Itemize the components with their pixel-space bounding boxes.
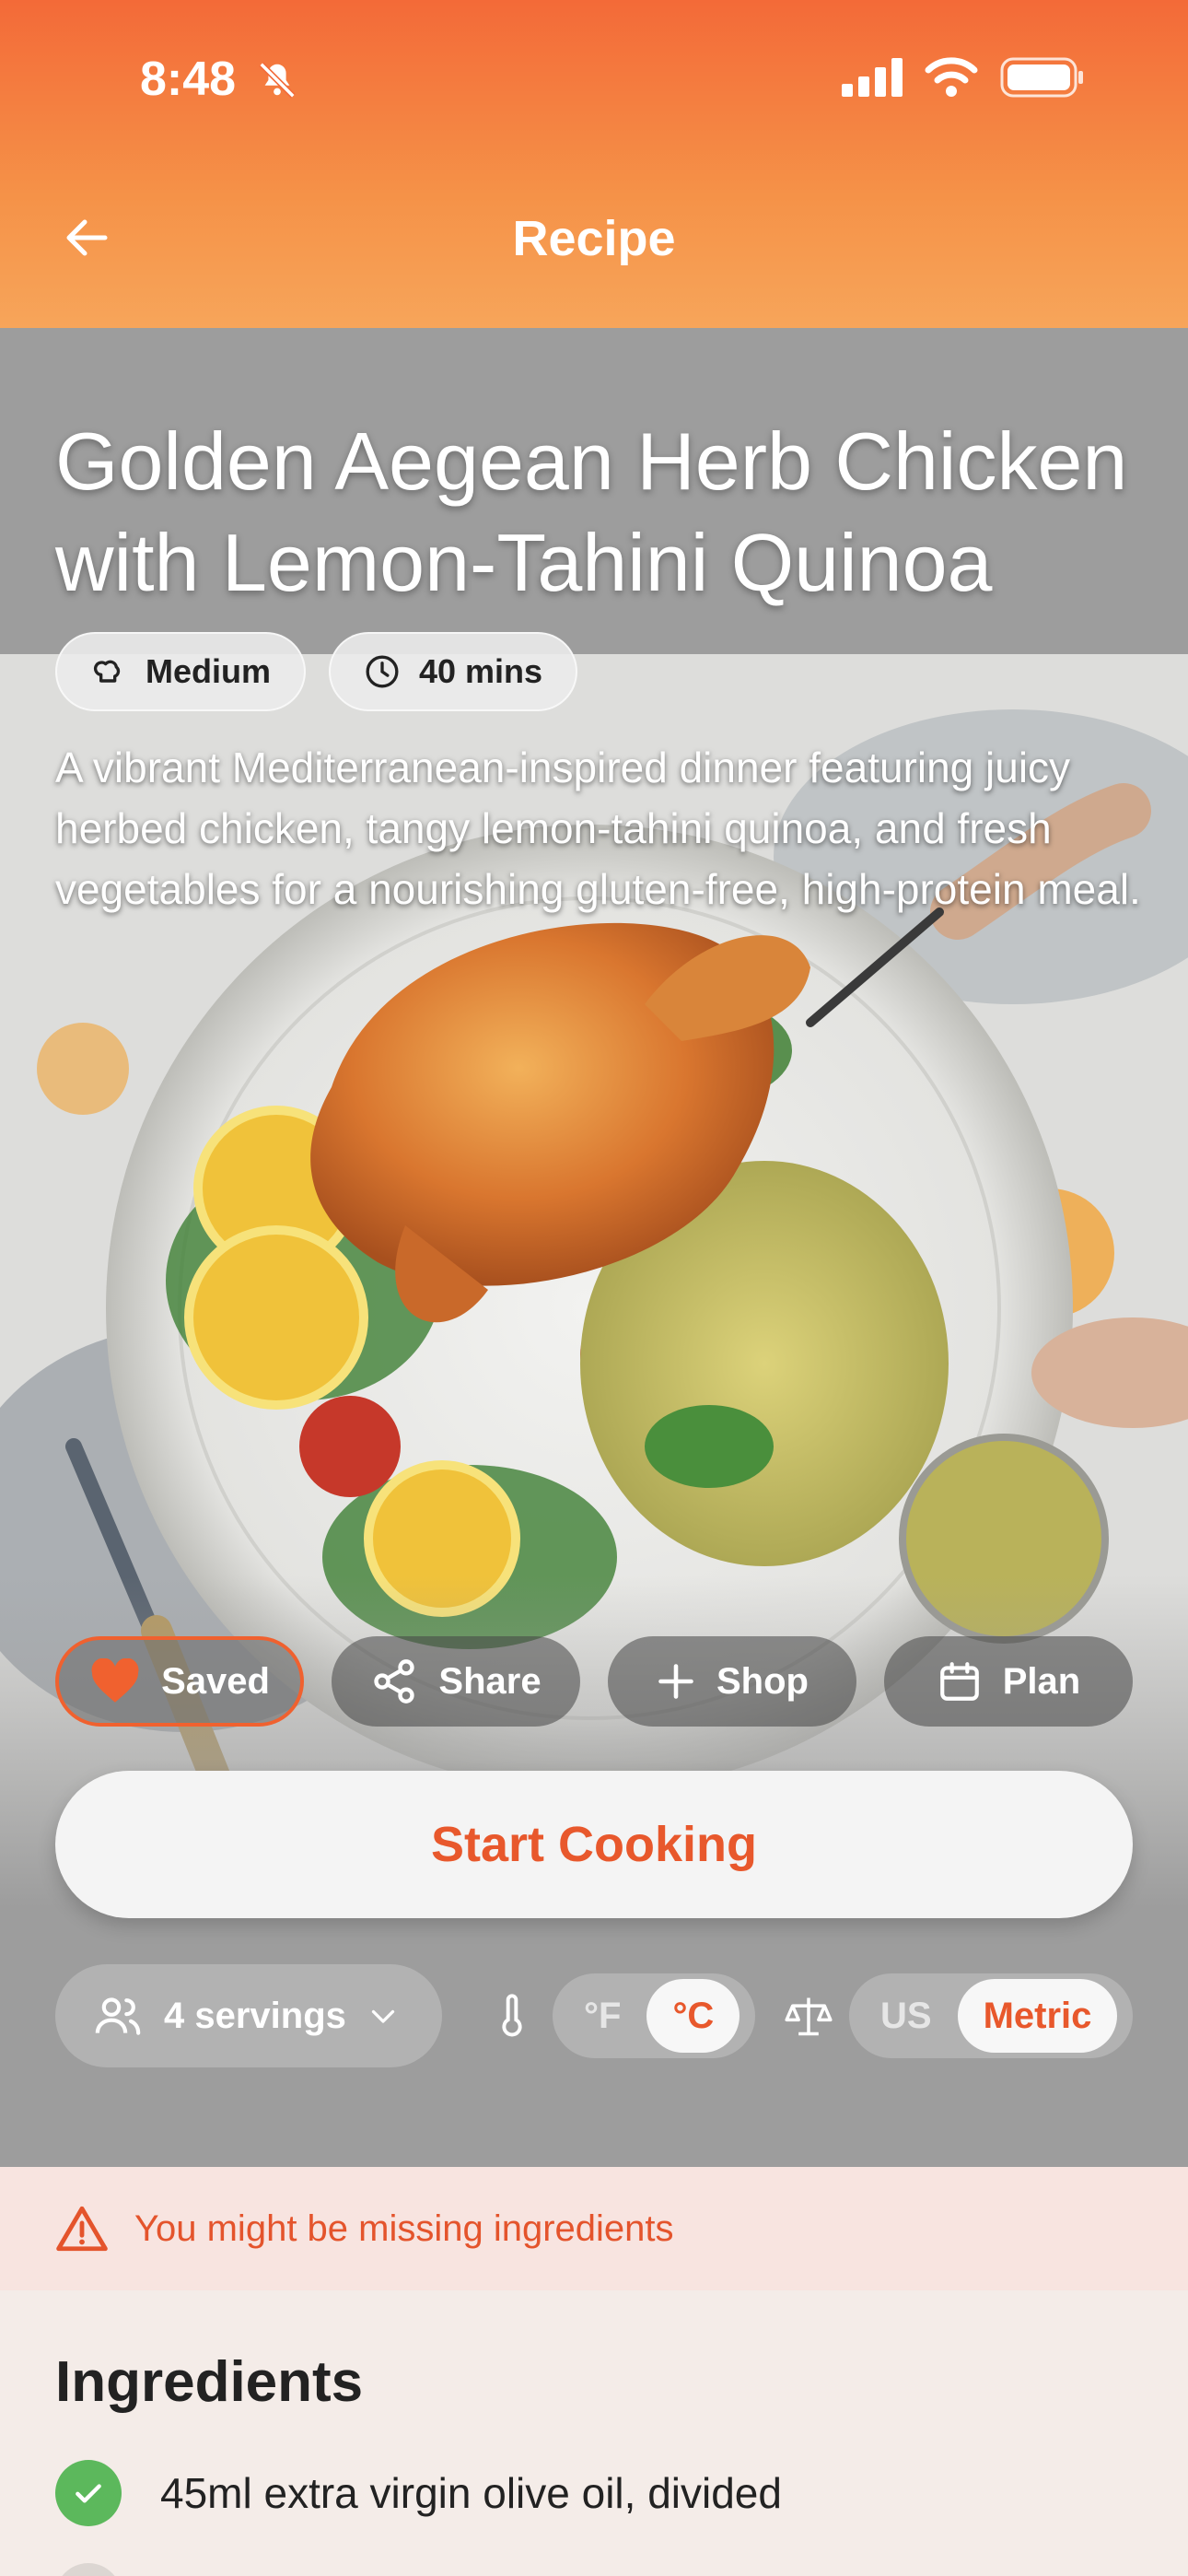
servings-label: 4 servings — [164, 1995, 346, 2036]
status-time: 8:48 — [140, 53, 237, 106]
recipe-hero: Golden Aegean Herb Chicken with Lemon-Ta… — [0, 328, 1188, 2171]
wifi-icon — [925, 57, 978, 97]
share-label: Share — [438, 1660, 542, 1702]
silent-mode-icon — [259, 62, 296, 99]
next-ingredient-checkbox[interactable] — [55, 2563, 122, 2576]
chevron-down-icon — [371, 2009, 395, 2023]
clock-icon — [366, 655, 399, 688]
warning-icon — [56, 2206, 108, 2252]
signal-icon — [842, 58, 903, 97]
ingredients-heading: Ingredients — [55, 2350, 364, 2414]
battery-icon — [1000, 57, 1083, 98]
header-title: Recipe — [512, 211, 676, 266]
ingredient-item[interactable]: 45ml extra virgin olive oil, divided — [55, 2460, 782, 2526]
time-chip: 40 mins — [329, 632, 578, 711]
recipe-controls: 4 servings °F °C US Metric — [55, 1964, 1133, 2067]
ingredients-section: Ingredients 45ml extra virgin olive oil,… — [0, 2290, 1188, 2576]
people-icon — [95, 1997, 141, 2035]
plan-button[interactable]: Plan — [884, 1636, 1133, 1727]
us-units-option[interactable]: US — [855, 1979, 958, 2053]
warning-text: You might be missing ingredients — [134, 2207, 674, 2249]
saved-button[interactable]: Saved — [55, 1636, 304, 1727]
ingredient-text: 45ml extra virgin olive oil, divided — [160, 2469, 782, 2517]
celsius-option[interactable]: °C — [646, 1979, 740, 2053]
app-header: 8:48 Recipe — [0, 0, 1188, 328]
share-icon — [374, 1659, 415, 1704]
plan-label: Plan — [1002, 1660, 1081, 1702]
share-button[interactable]: Share — [332, 1636, 580, 1727]
units-toggle: US Metric — [849, 1973, 1133, 2058]
temperature-toggle: °F °C — [553, 1973, 755, 2058]
recipe-screen: 8:48 Recipe Golden Aegean Herb Chicken w… — [0, 0, 1188, 2576]
difficulty-chip: Medium — [55, 632, 307, 711]
time-label: 40 mins — [419, 652, 543, 690]
start-cooking-button[interactable]: Start Cooking — [55, 1771, 1133, 1918]
plus-icon — [658, 1664, 693, 1699]
saved-label: Saved — [161, 1660, 270, 1702]
metric-units-option[interactable]: Metric — [957, 1979, 1118, 2053]
chef-hat-icon — [93, 660, 121, 683]
recipe-title: Golden Aegean Herb Chicken with Lemon-Ta… — [55, 416, 1128, 608]
thermometer-icon — [502, 1994, 522, 2037]
heart-icon — [91, 1658, 139, 1703]
checkmark-icon[interactable] — [55, 2460, 122, 2526]
missing-ingredients-banner[interactable]: You might be missing ingredients — [0, 2167, 1188, 2290]
scale-icon — [785, 1997, 833, 2036]
shop-label: Shop — [716, 1660, 809, 1702]
action-bar: Saved Share Shop Plan — [55, 1636, 1133, 1727]
shop-button[interactable]: Shop — [608, 1636, 856, 1727]
status-indicators — [842, 57, 1085, 98]
recipe-description: A vibrant Mediterranean-inspired dinner … — [55, 744, 1141, 913]
calendar-icon — [939, 1662, 979, 1701]
fahrenheit-option[interactable]: °F — [558, 1979, 646, 2053]
servings-selector[interactable]: 4 servings — [55, 1964, 442, 2067]
difficulty-label: Medium — [146, 652, 272, 690]
